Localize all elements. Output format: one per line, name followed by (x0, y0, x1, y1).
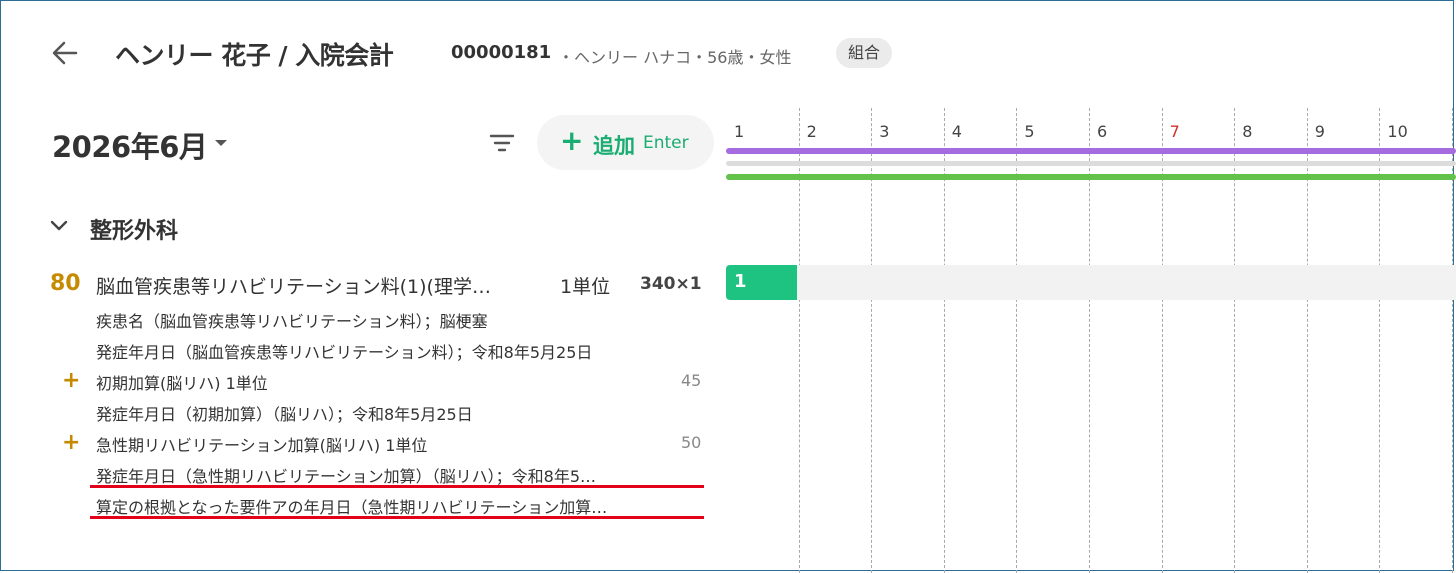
addon-points: 50 (681, 433, 702, 452)
calendar-cell[interactable]: 1 (726, 265, 797, 300)
caret-down-icon[interactable] (215, 140, 227, 146)
plus-icon: + (62, 430, 81, 455)
annotation-underline (90, 516, 704, 519)
item-quantity: 340×1 (640, 274, 702, 294)
addon-detail: 発症年月日（初期加算）（脳リハ）；令和8年5月25日 (96, 405, 473, 424)
item-detail: 疾患名（脳血管疾患等リハビリテーション料）；脳梗塞 (96, 312, 488, 331)
calendar-day-label: 1 (734, 122, 745, 141)
plus-icon: + (62, 368, 81, 393)
plus-icon: + (560, 124, 584, 157)
add-shortcut-hint: Enter (643, 133, 689, 153)
add-button-label: 追加 (593, 134, 635, 158)
calendar-day-label: 8 (1242, 122, 1253, 141)
month-selector[interactable]: 2026年6月 (52, 124, 208, 166)
page-title: ヘンリー 花子 / 入院会計 (115, 41, 394, 70)
addon-points: 45 (681, 371, 702, 390)
back-arrow-icon[interactable] (50, 38, 80, 68)
calendar-day-label: 6 (1097, 122, 1108, 141)
period-bar-green (726, 174, 1456, 180)
item-points: 80 (50, 271, 81, 296)
patient-id: 00000181 (451, 42, 552, 63)
annotation-underline (90, 485, 704, 488)
item-detail: 発症年月日（脳血管疾患等リハビリテーション料）；令和8年5月25日 (96, 343, 593, 362)
calendar-day-label: 4 (951, 122, 962, 141)
patient-meta: ・ヘンリー ハナコ・56歳・女性 (558, 48, 792, 67)
addon-name[interactable]: 初期加算(脳リハ) 1単位 (96, 370, 706, 394)
calendar-day-label: 2 (806, 122, 817, 141)
addon-detail: 発症年月日（急性期リハビリテーション加算）（脳リハ）；令和8年5… (96, 467, 597, 486)
addon-detail: 算定の根拠となった要件アの年月日（急性期リハビリテーション加算… (96, 498, 608, 517)
calendar-day-label: 5 (1024, 122, 1035, 141)
item-unit: 1単位 (560, 276, 611, 298)
item-name[interactable]: 脳血管疾患等リハビリテーション料(1)(理学… (96, 272, 491, 299)
chevron-down-icon[interactable] (50, 219, 68, 233)
calendar-day-label: 9 (1314, 122, 1325, 141)
calendar-day-label: 3 (879, 122, 890, 141)
period-bar-purple (726, 148, 1456, 154)
calendar-day-label: 10 (1387, 122, 1408, 141)
filter-icon[interactable] (488, 132, 516, 154)
addon-name[interactable]: 急性期リハビリテーション加算(脳リハ) 1単位 (96, 432, 706, 456)
section-title[interactable]: 整形外科 (90, 213, 178, 245)
period-bar-gray (726, 161, 1456, 166)
insurance-badge: 組合 (836, 38, 893, 68)
calendar-day-label: 7 (1169, 122, 1180, 141)
calendar-row (726, 265, 1456, 300)
